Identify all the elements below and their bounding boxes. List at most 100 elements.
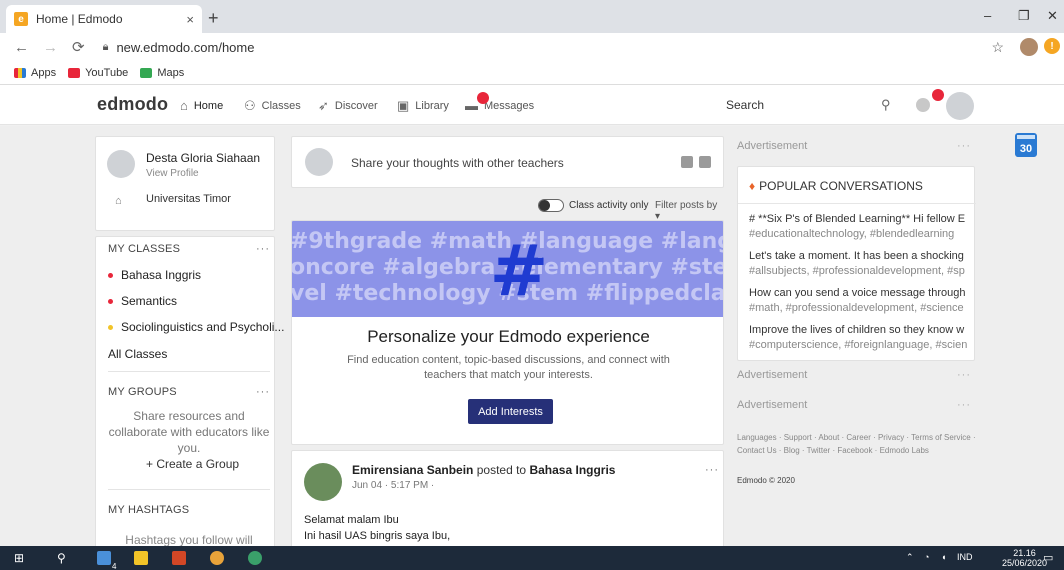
ad-more-icon[interactable]: ··· [957,140,971,152]
share-avatar [305,148,333,176]
classes-icon: ⚇ [244,98,256,113]
nav-messages-label: Messages [484,99,535,112]
user-avatar[interactable] [946,92,974,120]
tray-chevron-icon[interactable]: ⌃ [906,552,914,563]
back-icon[interactable]: ← [14,39,29,56]
youtube-icon [68,67,81,78]
post-header: Emirensiana Sanbein posted to Bahasa Ing… [352,463,615,477]
windows-start-icon[interactable]: ⊞ [14,550,24,566]
powerpoint-icon[interactable] [172,550,186,566]
search-taskbar-icon[interactable]: ⚲ [57,550,66,566]
edmodo-top-nav: edmodo ⌂ Home ⚇ Classes ➶ Discover ▣ Lib… [0,85,1064,125]
class-label: Bahasa Inggris [121,268,202,282]
share-card[interactable]: Share your thoughts with other teachers [291,136,724,188]
conversation-item[interactable]: Improve the lives of children so they kn… [749,323,971,353]
advertisement-label: Advertisement [737,369,808,381]
new-tab-button[interactable]: + [208,8,219,29]
calendar-icon[interactable]: 30 [1015,133,1037,157]
post-target[interactable]: Bahasa Inggris [529,463,615,477]
divider [738,203,976,204]
system-clock[interactable]: 21.16 25/06/2020 [1002,548,1047,568]
browser-tab[interactable]: e Home | Edmodo × [6,5,202,33]
class-item[interactable]: Sociolinguistics and Psycholi... [108,320,284,334]
restore-icon[interactable]: ❐ [1018,8,1030,24]
reload-icon[interactable]: ⟳ [72,38,85,56]
class-item[interactable]: Semantics [108,294,177,308]
url-field[interactable]: new.edmodo.com/home [116,40,254,55]
nav-discover-label: Discover [334,100,378,112]
chrome-shape [210,551,224,565]
notifications-bell-icon[interactable] [916,98,930,112]
advertisement-label: Advertisement [737,140,808,152]
all-classes-link[interactable]: All Classes [108,347,167,361]
minimize-icon[interactable]: – [984,8,991,23]
school-link[interactable]: Universitas Timor [146,193,231,205]
browser-profile-avatar[interactable] [1020,38,1038,56]
update-alert-icon[interactable]: ! [1044,38,1060,54]
bookmark-apps[interactable]: Apps [14,67,56,79]
popular-title-text: POPULAR CONVERSATIONS [759,179,923,193]
groups-more-icon[interactable]: ··· [256,386,270,398]
nav-discover[interactable]: ➶ Discover [318,98,378,114]
lock-icon: 🔒︎ [102,40,109,53]
bookmark-maps[interactable]: Maps [140,67,184,79]
profile-name[interactable]: Desta Gloria Siahaan [146,151,260,165]
search-icon[interactable]: ⚲ [881,97,891,113]
nav-classes[interactable]: ⚇ Classes [244,98,301,114]
post-more-icon[interactable]: ··· [705,464,719,476]
close-window-icon[interactable]: ✕ [1047,8,1058,24]
post-author-avatar[interactable] [304,463,342,501]
notification-center-icon[interactable]: ▭ [1043,551,1053,564]
volume-icon[interactable]: ◖ [941,552,946,562]
file-icon[interactable] [699,156,711,168]
nav-library-label: Library [415,100,449,112]
create-group-button[interactable]: + Create a Group [146,457,239,471]
nav-messages[interactable]: ▬ Messages [465,98,534,113]
conversation-title: # **Six P's of Blended Learning** Hi fel… [749,213,966,225]
folder-shape [134,551,148,565]
messages-icon: ▬ [465,98,478,113]
people-badge: 4 [112,561,117,570]
nav-library[interactable]: ▣ Library [397,98,449,114]
profile-avatar[interactable] [107,150,135,178]
groups-description: Share resources and collaborate with edu… [108,409,270,455]
add-interests-button[interactable]: Add Interests [468,399,553,424]
footer-links[interactable]: Languages · Support · About · Career · P… [737,431,977,457]
edmodo-logo[interactable]: edmodo [97,94,168,115]
chrome-alt-icon[interactable] [248,550,262,566]
post-author[interactable]: Emirensiana Sanbein [352,463,473,477]
class-label: Semantics [121,294,178,308]
popular-conversations-card: ♦ POPULAR CONVERSATIONS # **Six P's of Bl… [737,166,976,361]
divider [108,489,270,490]
language-indicator[interactable]: IND [957,552,973,562]
classes-more-icon[interactable]: ··· [256,243,270,255]
conversation-item[interactable]: How can you send a voice message through… [749,286,971,316]
hashtag-banner: #9thgrade #math #language #langu oncore … [292,221,723,317]
network-icon[interactable]: ◔ [924,552,929,562]
bookmark-youtube[interactable]: YouTube [68,67,128,79]
conversation-item[interactable]: Let's take a moment. It has been a shock… [749,249,971,279]
view-profile-link[interactable]: View Profile [146,168,199,179]
hashtags-description: Hashtags you follow will appear [125,533,253,546]
file-explorer-icon[interactable] [134,550,148,566]
people-icon[interactable] [97,550,111,566]
close-tab-icon[interactable]: × [186,12,194,27]
share-input[interactable]: Share your thoughts with other teachers [351,156,564,170]
calendar-day: 30 [1019,143,1033,155]
conversation-item[interactable]: # **Six P's of Blended Learning** Hi fel… [749,212,971,242]
bookmark-star-icon[interactable]: ☆ [991,39,1004,56]
forward-icon[interactable]: → [43,39,58,56]
class-label: Sociolinguistics and Psycholi... [121,320,285,334]
class-item[interactable]: Bahasa Inggris [108,268,201,282]
ad-more-icon[interactable]: ··· [957,399,971,411]
copyright: Edmodo © 2020 [737,476,795,485]
chrome-icon[interactable] [210,550,224,566]
calendar-top [1017,135,1035,139]
nav-home[interactable]: ⌂ Home [180,98,223,113]
class-activity-toggle[interactable] [538,199,564,212]
ad-more-icon[interactable]: ··· [957,369,971,381]
image-icon[interactable] [681,156,693,168]
messages-notification-badge [477,92,489,104]
search-input[interactable]: Search [726,93,898,117]
filter-posts-dropdown[interactable]: Filter posts by ▾ [655,200,724,222]
